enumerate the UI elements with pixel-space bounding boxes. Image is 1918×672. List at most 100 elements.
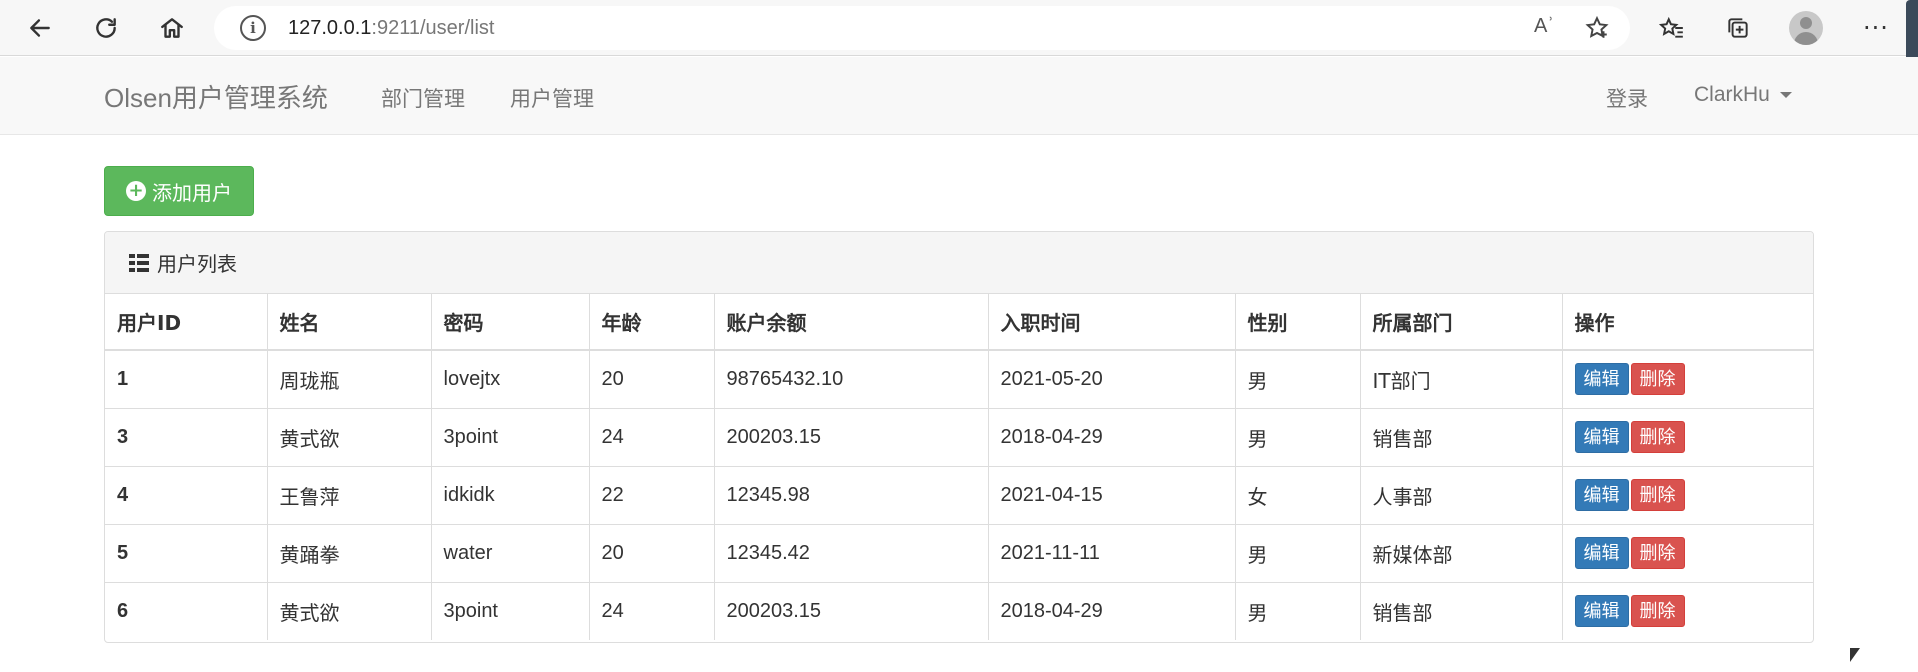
cell-gender: 女 — [1235, 466, 1361, 525]
cell-password: 3point — [431, 408, 590, 467]
col-header: 年龄 — [589, 294, 715, 351]
col-header: 账户余额 — [714, 294, 989, 351]
back-button[interactable] — [18, 6, 62, 50]
cell-actions: 编辑 删除 — [1562, 524, 1813, 583]
table-header-row: 用户ID 姓名 密码 年龄 账户余额 入职时间 性别 所属部门 操作 — [105, 294, 1813, 351]
url-path: :9211/user/list — [371, 16, 495, 39]
address-bar[interactable]: i 127.0.0.1:9211/user/list Aʾ — [214, 6, 1630, 50]
col-header: 所属部门 — [1360, 294, 1563, 351]
cell-balance: 200203.15 — [714, 408, 989, 467]
site-info-icon[interactable]: i — [240, 15, 266, 41]
user-dropdown[interactable]: ClarkHu — [1694, 83, 1792, 107]
cell-hire-date: 2018-04-29 — [988, 408, 1236, 467]
cell-name: 周珑瓶 — [267, 350, 432, 409]
col-header: 密码 — [431, 294, 590, 351]
cell-id: 1 — [105, 350, 268, 409]
cell-actions: 编辑 删除 — [1562, 350, 1813, 409]
edit-button[interactable]: 编辑 — [1574, 421, 1629, 453]
nav-dept-management[interactable]: 部门管理 — [381, 83, 465, 113]
edit-button[interactable]: 编辑 — [1574, 537, 1629, 569]
collections-icon[interactable] — [1720, 10, 1756, 46]
delete-button[interactable]: 删除 — [1630, 363, 1685, 396]
edit-button[interactable]: 编辑 — [1574, 479, 1629, 511]
cell-age: 24 — [589, 582, 715, 640]
avatar-icon — [1789, 11, 1823, 45]
cell-id: 4 — [105, 466, 268, 525]
cell-balance: 12345.42 — [714, 524, 989, 583]
home-button[interactable] — [150, 6, 194, 50]
cell-gender: 男 — [1235, 350, 1361, 409]
cell-password: idkidk — [431, 466, 590, 525]
cell-password: water — [431, 524, 590, 583]
cell-id: 6 — [105, 582, 268, 640]
add-favorite-icon[interactable] — [1584, 15, 1610, 41]
brand-link[interactable]: Olsen用户管理系统 — [104, 78, 328, 115]
url-text[interactable]: 127.0.0.1:9211/user/list — [288, 17, 494, 40]
back-arrow-icon — [30, 19, 50, 37]
cell-balance: 12345.98 — [714, 466, 989, 525]
cell-gender: 男 — [1235, 408, 1361, 467]
add-user-button[interactable]: + 添加用户 — [104, 166, 254, 216]
url-host: 127.0.0.1 — [288, 16, 372, 39]
read-aloud-icon[interactable]: Aʾ — [1534, 15, 1560, 41]
caret-down-icon — [1779, 92, 1792, 99]
cell-hire-date: 2018-04-29 — [988, 582, 1236, 640]
edit-button[interactable]: 编辑 — [1574, 363, 1629, 396]
cell-name: 王鲁萍 — [267, 466, 432, 525]
table-row: 5 黄踊拳 water 20 12345.42 2021-11-11 男 新媒体… — [105, 524, 1813, 583]
table-row: 4 王鲁萍 idkidk 22 12345.98 2021-04-15 女 人事… — [105, 466, 1813, 525]
cell-age: 24 — [589, 408, 715, 467]
delete-button[interactable]: 删除 — [1630, 421, 1685, 453]
user-list-panel: 用户列表 用户ID 姓名 密码 年龄 账户余额 入职时间 性别 所属部门 操作 … — [104, 231, 1814, 643]
add-user-label: 添加用户 — [152, 180, 232, 205]
cell-gender: 男 — [1235, 582, 1361, 640]
delete-button[interactable]: 删除 — [1630, 537, 1685, 569]
table-row: 1 周珑瓶 lovejtx 20 98765432.10 2021-05-20 … — [105, 350, 1813, 409]
cell-name: 黄式欲 — [267, 582, 432, 640]
cell-gender: 男 — [1235, 524, 1361, 583]
cell-department: 销售部 — [1360, 408, 1563, 467]
reload-button[interactable] — [84, 6, 128, 50]
cell-name: 黄踊拳 — [267, 524, 432, 583]
col-header: 姓名 — [267, 294, 432, 351]
cell-password: lovejtx — [431, 350, 590, 409]
delete-button[interactable]: 删除 — [1630, 479, 1685, 511]
cell-hire-date: 2021-05-20 — [988, 350, 1236, 409]
cell-actions: 编辑 删除 — [1562, 408, 1813, 467]
profile-avatar[interactable] — [1788, 10, 1824, 46]
col-header: 入职时间 — [988, 294, 1236, 351]
cell-age: 20 — [589, 350, 715, 409]
cell-age: 20 — [589, 524, 715, 583]
col-header: 用户ID — [105, 294, 268, 351]
cell-department: 销售部 — [1360, 582, 1563, 640]
cell-name: 黄式欲 — [267, 408, 432, 467]
edit-button[interactable]: 编辑 — [1574, 595, 1629, 628]
browser-toolbar: i 127.0.0.1:9211/user/list Aʾ ··· — [0, 0, 1918, 66]
delete-button[interactable]: 删除 — [1630, 595, 1685, 628]
mouse-cursor-icon — [1850, 648, 1860, 662]
cell-hire-date: 2021-11-11 — [988, 524, 1236, 583]
panel-title: 用户列表 — [157, 252, 237, 276]
cell-hire-date: 2021-04-15 — [988, 466, 1236, 525]
cell-department: IT部门 — [1360, 350, 1563, 409]
cell-department: 人事部 — [1360, 466, 1563, 525]
table-row: 3 黄式欲 3point 24 200203.15 2018-04-29 男 销… — [105, 408, 1813, 467]
user-name: ClarkHu — [1694, 83, 1770, 106]
cell-password: 3point — [431, 582, 590, 640]
nav-login[interactable]: 登录 — [1606, 83, 1648, 113]
cell-actions: 编辑 删除 — [1562, 466, 1813, 525]
cell-balance: 200203.15 — [714, 582, 989, 640]
more-menu-icon[interactable]: ··· — [1858, 10, 1894, 46]
table-row: 6 黄式欲 3point 24 200203.15 2018-04-29 男 销… — [105, 582, 1813, 640]
plus-circle-icon: + — [126, 181, 146, 201]
list-icon — [129, 253, 149, 272]
home-icon — [161, 18, 183, 38]
cell-id: 3 — [105, 408, 268, 467]
cell-age: 22 — [589, 466, 715, 525]
panel-heading: 用户列表 — [105, 232, 1813, 294]
user-table: 用户ID 姓名 密码 年龄 账户余额 入职时间 性别 所属部门 操作 1 周珑瓶… — [105, 294, 1813, 640]
favorites-icon[interactable] — [1654, 10, 1690, 46]
nav-user-management[interactable]: 用户管理 — [510, 83, 594, 113]
navbar: Olsen用户管理系统 部门管理 用户管理 登录 ClarkHu — [0, 57, 1918, 135]
cell-id: 5 — [105, 524, 268, 583]
